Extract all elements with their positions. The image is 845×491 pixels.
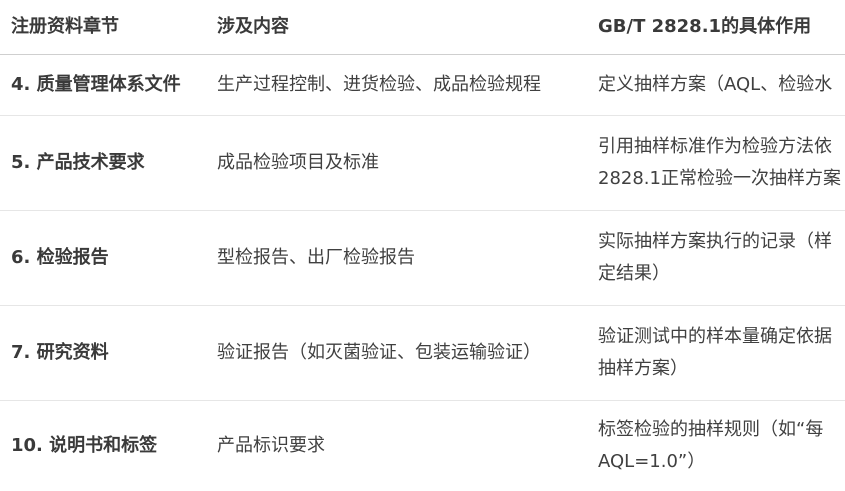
row-content: 验证报告（如灭菌验证、包装运输验证） [217, 342, 541, 363]
header-content: 涉及内容 [217, 16, 289, 37]
row-chapter: 6. 检验报告 [11, 247, 109, 268]
row-role: 实际抽样方案执行的记录（样 定结果） [598, 211, 845, 305]
row-role-line: 2828.1正常检验一次抽样方案 [598, 168, 841, 189]
header-role: GB/T 2828.1的具体作用 [598, 16, 812, 37]
row-role-line: 抽样方案） [598, 358, 688, 379]
table-row: 6. 检验报告 型检报告、出厂检验报告 实际抽样方案执行的记录（样 定结果） [0, 211, 845, 306]
row-chapter: 7. 研究资料 [11, 342, 109, 363]
row-role-line: 实际抽样方案执行的记录（样 [598, 231, 832, 252]
row-role: 定义抽样方案（AQL、检验水 [598, 55, 845, 115]
row-role-line: 引用抽样标准作为检验方法依 [598, 136, 832, 157]
table-row: 4. 质量管理体系文件 生产过程控制、进货检验、成品检验规程 定义抽样方案（AQ… [0, 55, 845, 116]
table-row: 5. 产品技术要求 成品检验项目及标准 引用抽样标准作为检验方法依 2828.1… [0, 116, 845, 211]
header-chapter: 注册资料章节 [11, 16, 119, 37]
row-role-line: 标签检验的抽样规则（如“每 [598, 419, 824, 440]
row-content: 生产过程控制、进货检验、成品检验规程 [217, 74, 541, 95]
row-role-line: 验证测试中的样本量确定依据 [598, 326, 832, 347]
table-header-row: 注册资料章节 涉及内容 GB/T 2828.1的具体作用 [0, 0, 845, 55]
row-role-line: 定结果） [598, 263, 670, 284]
table-row: 7. 研究资料 验证报告（如灭菌验证、包装运输验证） 验证测试中的样本量确定依据… [0, 306, 845, 401]
row-role: 标签检验的抽样规则（如“每 AQL=1.0”） [598, 401, 845, 491]
row-role: 引用抽样标准作为检验方法依 2828.1正常检验一次抽样方案 [598, 116, 845, 210]
row-content: 型检报告、出厂检验报告 [217, 247, 415, 268]
row-content: 产品标识要求 [217, 435, 325, 456]
row-role-line: AQL=1.0”） [598, 451, 706, 472]
row-chapter: 10. 说明书和标签 [11, 435, 158, 456]
row-role-line: 定义抽样方案（AQL、检验水 [598, 74, 833, 95]
table-row: 10. 说明书和标签 产品标识要求 标签检验的抽样规则（如“每 AQL=1.0”… [0, 401, 845, 491]
row-chapter: 5. 产品技术要求 [11, 152, 145, 173]
row-chapter: 4. 质量管理体系文件 [11, 74, 181, 95]
row-role: 验证测试中的样本量确定依据 抽样方案） [598, 306, 845, 400]
row-content: 成品检验项目及标准 [217, 152, 379, 173]
registration-table: 注册资料章节 涉及内容 GB/T 2828.1的具体作用 4. 质量管理体系文件… [0, 0, 845, 491]
